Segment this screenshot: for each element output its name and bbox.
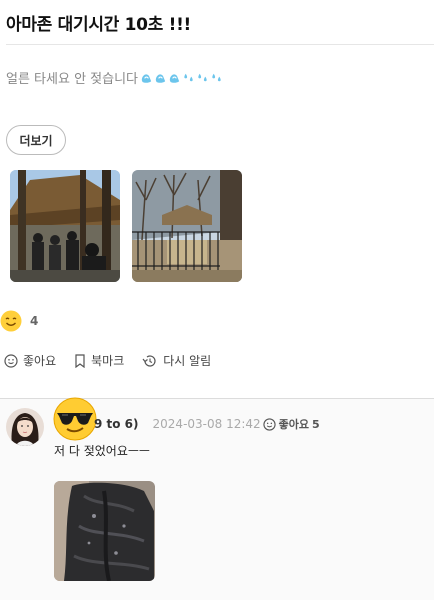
comment-author[interactable]: 9 to 6) xyxy=(94,417,139,431)
sweat-drops-icon xyxy=(184,73,193,82)
bookmark-icon xyxy=(75,353,85,368)
bookmark-button[interactable]: 북마크 xyxy=(74,352,124,369)
bookmark-label: 북마크 xyxy=(91,354,125,368)
zoo-photo xyxy=(132,170,242,282)
post-image-zoo[interactable] xyxy=(132,170,242,282)
reaction-count: 4 xyxy=(30,314,39,328)
reaction-summary[interactable]: 4 xyxy=(0,310,38,332)
droplet-icon xyxy=(155,74,166,83)
comment-like-button[interactable]: 좋아요 5 xyxy=(263,416,320,432)
like-button[interactable]: 좋아요 xyxy=(4,352,56,369)
like-label: 좋아요 xyxy=(23,354,57,368)
emoji-drops xyxy=(140,71,223,84)
sunglasses-emoji-icon xyxy=(53,397,97,441)
droplet-icon xyxy=(141,74,152,83)
avatar[interactable] xyxy=(6,408,44,446)
comment-image[interactable] xyxy=(54,481,155,581)
sweat-drops-icon xyxy=(198,73,207,82)
comment-meta: 9 to 6) 2024-03-08 12:42 좋아요 5 xyxy=(94,416,320,432)
crowd-photo xyxy=(10,170,120,282)
post-image-crowd[interactable] xyxy=(10,170,120,282)
comment-like-label: 좋아요 xyxy=(278,418,310,431)
post-body: 얼른 타세요 안 젖습니다 xyxy=(6,68,223,87)
sweat-drops-icon xyxy=(212,73,221,82)
comment-text: 저 다 젖었어요ㅡㅡ xyxy=(54,444,150,458)
smile-emoji-icon xyxy=(0,310,22,332)
more-button[interactable]: 더보기 xyxy=(6,125,66,155)
comment-date: 2024-03-08 12:42 xyxy=(152,417,261,431)
avatar-image xyxy=(6,408,44,446)
comment-like-count: 5 xyxy=(312,417,320,431)
remind-label: 다시 알림 xyxy=(163,354,212,368)
post-title: 아마존 대기시간 10초 !!! xyxy=(6,15,191,35)
droplet-icon xyxy=(169,74,180,83)
post-body-text: 얼른 타세요 안 젖습니다 xyxy=(6,72,138,87)
action-bar: 좋아요 북마크 다시 알림 xyxy=(4,352,211,369)
wet-jacket-photo xyxy=(54,481,155,581)
smile-outline-icon xyxy=(263,417,276,431)
title-divider xyxy=(6,44,434,45)
refresh-clock-icon xyxy=(142,354,156,367)
remind-button[interactable]: 다시 알림 xyxy=(142,352,211,369)
smile-outline-icon xyxy=(4,353,18,368)
